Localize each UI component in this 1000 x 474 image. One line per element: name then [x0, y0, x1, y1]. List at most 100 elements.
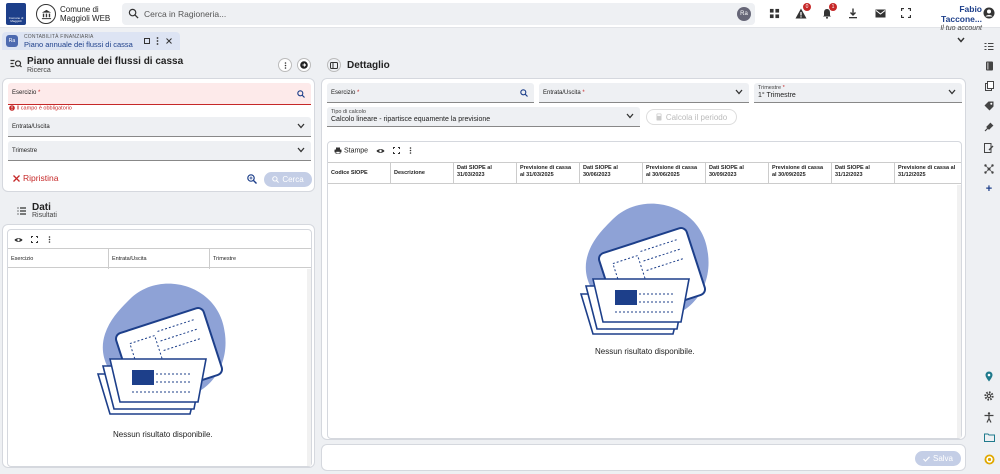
tab-menu-icon[interactable] [156, 37, 159, 45]
results-subtitle: Risultati [32, 212, 57, 219]
book-icon[interactable] [983, 60, 995, 72]
search-icon[interactable] [297, 90, 305, 98]
check-icon [923, 455, 930, 462]
column-header[interactable]: Previsione di cassa al 31/03/2025 [517, 163, 580, 183]
detail-footer: Salva [321, 444, 966, 471]
eye-icon[interactable] [376, 148, 385, 154]
calcola-periodo-button[interactable]: Calcola il periodo [646, 109, 737, 125]
error-message: Il campo è obbligatorio [9, 105, 72, 111]
search-icon [272, 176, 280, 183]
plug-icon[interactable] [983, 121, 995, 133]
organization-name: Comune di Maggioli WEB [60, 5, 111, 23]
reset-button[interactable]: Ripristina [13, 173, 58, 183]
empty-state-illustration [579, 203, 709, 335]
vertical-scrollbar[interactable] [307, 269, 311, 466]
vertical-scrollbar[interactable] [957, 185, 961, 438]
collapse-button[interactable] [297, 58, 311, 72]
coin-icon[interactable] [983, 453, 995, 465]
apps-grid-icon[interactable] [767, 6, 781, 20]
column-header[interactable]: Previsione di cassa al 31/12/2025 [895, 163, 961, 183]
account-icon[interactable] [982, 6, 996, 20]
global-search[interactable]: Cerca in Ragioneria... Ra [122, 3, 755, 25]
user-account[interactable]: Fabio Taccone... Il tuo account [920, 4, 982, 34]
fullscreen-icon[interactable] [31, 236, 38, 243]
close-icon[interactable] [166, 38, 172, 44]
column-header[interactable]: Dati SIOPE al 30/06/2023 [580, 163, 643, 183]
alerts-badge: 0 [803, 3, 811, 11]
more-options-button[interactable] [278, 58, 292, 72]
chevron-down-icon [297, 147, 305, 153]
empty-message: Nessun risultato disponibile. [595, 347, 695, 356]
gear-icon[interactable] [983, 390, 995, 402]
column-header[interactable]: Previsione di cassa al 30/06/2025 [643, 163, 706, 183]
grid-menu-icon[interactable] [48, 236, 51, 243]
entrata-uscita-select[interactable]: Entrata/Uscita [8, 117, 311, 137]
network-icon[interactable] [983, 163, 995, 175]
home-button[interactable] [36, 4, 56, 24]
list-icon [17, 207, 26, 215]
tipo-calcolo-select[interactable]: Tipo di calcolo Calcolo lineare - ripart… [327, 107, 640, 127]
detail-grid: Stampe Codice SIOPE Descrizione Dati SIO… [327, 141, 962, 439]
pin-icon[interactable] [144, 38, 150, 44]
search-button[interactable]: Cerca [264, 172, 312, 187]
column-header[interactable]: Trimestre [210, 249, 310, 269]
search-icon[interactable] [520, 89, 528, 97]
bell-icon[interactable]: 1 [820, 3, 837, 20]
mail-icon[interactable] [873, 6, 887, 20]
accessibility-icon[interactable] [983, 411, 995, 423]
esercizio-field[interactable]: Esercizio * [8, 83, 311, 105]
column-header[interactable]: Descrizione [391, 163, 454, 183]
toggle-sidebar-button[interactable] [327, 58, 341, 72]
column-header[interactable]: Dati SIOPE al 31/03/2023 [454, 163, 517, 183]
results-panel: Esercizio Entrata/Uscita Trimestre Nessu… [2, 224, 315, 468]
chevron-down-icon[interactable] [957, 37, 965, 43]
detail-header-row: Codice SIOPE Descrizione Dati SIOPE al 3… [328, 162, 961, 184]
location-icon[interactable] [983, 370, 995, 382]
top-bar: Comune di Maggioli Comune di Maggioli WE… [0, 0, 1000, 32]
zoom-search-icon[interactable] [247, 174, 257, 184]
detail-trimestre-select[interactable]: Trimestre * 1° Trimestre [754, 83, 962, 103]
close-icon [13, 175, 20, 183]
tab-bar: Ra CONTABILITÀ FINANZIARIA Piano annuale… [0, 32, 972, 50]
app-icon: Ra [6, 35, 18, 47]
tags-icon[interactable] [983, 100, 995, 112]
add-icon[interactable]: + [983, 183, 995, 195]
checklist-icon[interactable] [983, 40, 995, 52]
fullscreen-icon[interactable] [393, 147, 400, 154]
folder-icon[interactable] [983, 431, 995, 443]
institution-icon [41, 9, 51, 19]
download-icon[interactable] [846, 6, 860, 20]
column-header[interactable]: Codice SIOPE [328, 163, 391, 183]
eye-icon[interactable] [14, 237, 23, 243]
column-header[interactable]: Dati SIOPE al 30/09/2023 [706, 163, 769, 183]
trimestre-select[interactable]: Trimestre [8, 141, 311, 161]
stampe-button[interactable]: Stampe [334, 147, 368, 154]
detail-title: Dettaglio [347, 60, 390, 71]
municipality-logo[interactable]: Comune di Maggioli [6, 3, 26, 25]
detail-entrata-uscita-select[interactable]: Entrata/Uscita * [539, 83, 749, 103]
printer-icon [334, 147, 342, 155]
warning-icon[interactable]: 0 [794, 3, 811, 20]
fullscreen-icon[interactable] [899, 6, 913, 20]
column-header[interactable]: Previsione di cassa al 30/09/2025 [769, 163, 832, 183]
search-input[interactable]: Cerca in Ragioneria... [144, 9, 226, 19]
grid-menu-icon[interactable] [409, 147, 412, 154]
save-button[interactable]: Salva [915, 451, 961, 466]
chevron-down-icon [735, 89, 743, 95]
column-header[interactable]: Esercizio [8, 249, 109, 269]
column-header[interactable]: Entrata/Uscita [109, 249, 210, 269]
arrow-circle-icon [300, 61, 308, 69]
tab-piano-annuale[interactable]: Ra CONTABILITÀ FINANZIARIA Piano annuale… [2, 32, 180, 50]
copy-icon[interactable] [983, 80, 995, 92]
results-grid: Esercizio Entrata/Uscita Trimestre Nessu… [7, 229, 312, 467]
chevron-down-icon [948, 89, 956, 95]
trimestre-value: 1° Trimestre [758, 92, 796, 99]
chevron-down-icon [297, 123, 305, 129]
results-header-row: Esercizio Entrata/Uscita Trimestre [8, 248, 311, 269]
page-title: Piano annuale dei flussi di cassa [27, 56, 184, 67]
app-switch-icon[interactable]: Ra [737, 7, 751, 21]
edit-document-icon[interactable] [983, 142, 995, 154]
detail-esercizio-field[interactable]: Esercizio * [327, 83, 534, 103]
column-header[interactable]: Dati SIOPE al 31/12/2023 [832, 163, 895, 183]
empty-message: Nessun risultato disponibile. [113, 430, 213, 439]
